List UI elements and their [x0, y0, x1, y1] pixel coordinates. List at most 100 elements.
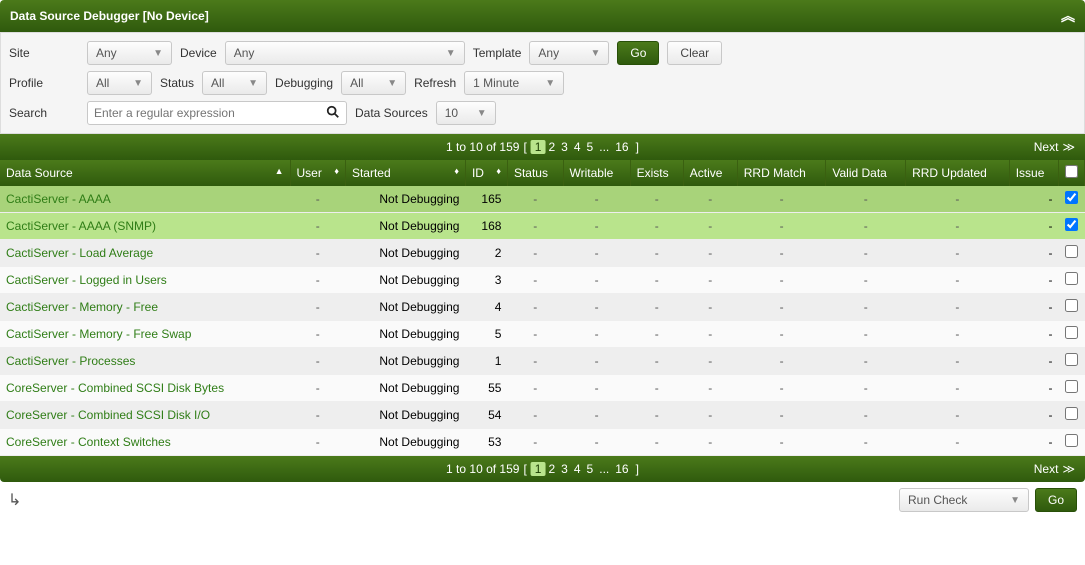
row-checkbox[interactable] [1065, 434, 1078, 447]
cell-issue: - [1009, 348, 1058, 375]
table-row[interactable]: CoreServer - Combined SCSI Disk Bytes-No… [0, 375, 1085, 402]
page-4[interactable]: 4 [571, 462, 584, 476]
search-icon[interactable] [326, 105, 340, 122]
cell-rrd-match: - [737, 429, 826, 456]
cell-user: - [290, 267, 345, 294]
col-rrd-updated[interactable]: RRD Updated [906, 160, 1010, 186]
cell-issue: - [1009, 321, 1058, 348]
debugging-dropdown[interactable]: All▼ [341, 71, 406, 95]
clear-button[interactable]: Clear [667, 41, 722, 65]
data-source-link[interactable]: CactiServer - Memory - Free [6, 300, 158, 314]
row-checkbox[interactable] [1065, 218, 1078, 231]
data-source-link[interactable]: CactiServer - Memory - Free Swap [6, 327, 191, 341]
row-checkbox[interactable] [1065, 326, 1078, 339]
table-row[interactable]: CactiServer - Load Average-Not Debugging… [0, 240, 1085, 267]
status-label: Status [160, 76, 194, 90]
cell-started: Not Debugging [345, 321, 465, 348]
row-checkbox[interactable] [1065, 299, 1078, 312]
data-source-link[interactable]: CactiServer - Processes [6, 354, 135, 368]
data-source-link[interactable]: CoreServer - Combined SCSI Disk I/O [6, 408, 210, 422]
page-1[interactable]: 1 [531, 462, 546, 476]
cell-writable: - [563, 402, 630, 429]
col-data-source[interactable]: Data Source▲ [0, 160, 290, 186]
row-checkbox[interactable] [1065, 245, 1078, 258]
cell-writable: - [563, 348, 630, 375]
cell-active: - [683, 321, 737, 348]
go-button[interactable]: Go [617, 41, 659, 65]
row-checkbox[interactable] [1065, 353, 1078, 366]
device-dropdown[interactable]: Any▼ [225, 41, 465, 65]
table-row[interactable]: CactiServer - AAAA-Not Debugging165-----… [0, 186, 1085, 213]
col-started[interactable]: Started♦ [345, 160, 465, 186]
cell-exists: - [630, 213, 683, 240]
data-source-link[interactable]: CactiServer - AAAA (SNMP) [6, 219, 156, 233]
data-source-link[interactable]: CactiServer - Load Average [6, 246, 153, 260]
col-active[interactable]: Active [683, 160, 737, 186]
status-dropdown[interactable]: All▼ [202, 71, 267, 95]
page-16[interactable]: 16 [612, 140, 631, 154]
profile-dropdown[interactable]: All▼ [87, 71, 152, 95]
page-3[interactable]: 3 [558, 140, 571, 154]
cell-started: Not Debugging [345, 348, 465, 375]
col-issue[interactable]: Issue [1009, 160, 1058, 186]
data-source-link[interactable]: CactiServer - Logged in Users [6, 273, 167, 287]
footer-go-button[interactable]: Go [1035, 488, 1077, 512]
table-row[interactable]: CoreServer - Context Switches-Not Debugg… [0, 429, 1085, 456]
table-row[interactable]: CoreServer - Combined SCSI Disk I/O-Not … [0, 402, 1085, 429]
table-row[interactable]: CactiServer - Processes-Not Debugging1--… [0, 348, 1085, 375]
cell-rrd-updated: - [906, 267, 1010, 294]
cell-valid-data: - [826, 348, 906, 375]
row-checkbox[interactable] [1065, 191, 1078, 204]
cell-exists: - [630, 375, 683, 402]
col-valid-data[interactable]: Valid Data [826, 160, 906, 186]
cell-exists: - [630, 186, 683, 213]
panel-header: Data Source Debugger [No Device] ︽ [0, 0, 1085, 32]
page-4[interactable]: 4 [571, 140, 584, 154]
row-checkbox[interactable] [1065, 407, 1078, 420]
return-icon[interactable]: ↳ [8, 490, 21, 510]
data-source-link[interactable]: CactiServer - AAAA [6, 192, 111, 206]
next-link[interactable]: Next≫ [1034, 140, 1075, 154]
collapse-icon[interactable]: ︽ [1061, 6, 1075, 26]
page-5[interactable]: 5 [584, 462, 597, 476]
page-2[interactable]: 2 [545, 462, 558, 476]
table-row[interactable]: CactiServer - Memory - Free-Not Debuggin… [0, 294, 1085, 321]
page-3[interactable]: 3 [558, 462, 571, 476]
select-all-checkbox[interactable] [1065, 165, 1078, 178]
next-link[interactable]: Next≫ [1034, 462, 1075, 476]
template-dropdown[interactable]: Any▼ [529, 41, 609, 65]
row-checkbox[interactable] [1065, 272, 1078, 285]
row-checkbox[interactable] [1065, 380, 1078, 393]
cell-exists: - [630, 348, 683, 375]
cell-writable: - [563, 321, 630, 348]
search-input[interactable] [94, 106, 326, 120]
col-user[interactable]: User♦ [290, 160, 345, 186]
search-box [87, 101, 347, 125]
page-...: ... [596, 462, 612, 476]
table-row[interactable]: CactiServer - Memory - Free Swap - Not Deb… [0, 321, 1085, 348]
cell-active: - [683, 375, 737, 402]
data-source-link[interactable]: CoreServer - Combined SCSI Disk Bytes [6, 381, 224, 395]
col-rrd-match[interactable]: RRD Match [737, 160, 826, 186]
col-exists[interactable]: Exists [630, 160, 683, 186]
page-5[interactable]: 5 [584, 140, 597, 154]
datasources-dropdown[interactable]: 10▼ [436, 101, 496, 125]
page-16[interactable]: 16 [612, 462, 631, 476]
action-dropdown[interactable]: Run Check▼ [899, 488, 1029, 512]
template-label: Template [473, 46, 522, 60]
cell-issue: - [1009, 294, 1058, 321]
col-writable[interactable]: Writable [563, 160, 630, 186]
table-row[interactable]: CactiServer - Logged in Users-Not Debugg… [0, 267, 1085, 294]
site-dropdown[interactable]: Any▼ [87, 41, 172, 65]
refresh-dropdown[interactable]: 1 Minute▼ [464, 71, 564, 95]
page-1[interactable]: 1 [531, 140, 546, 154]
col-id[interactable]: ID♦ [465, 160, 507, 186]
col-status[interactable]: Status [507, 160, 563, 186]
page-2[interactable]: 2 [545, 140, 558, 154]
table-row[interactable]: CactiServer - AAAA (SNMP)-Not Debugging1… [0, 213, 1085, 240]
cell-id: 165 [465, 186, 507, 213]
cell-issue: - [1009, 240, 1058, 267]
data-source-link[interactable]: CoreServer - Context Switches [6, 435, 171, 449]
cell-user: - [290, 186, 345, 213]
cell-rrd-updated: - [906, 186, 1010, 213]
